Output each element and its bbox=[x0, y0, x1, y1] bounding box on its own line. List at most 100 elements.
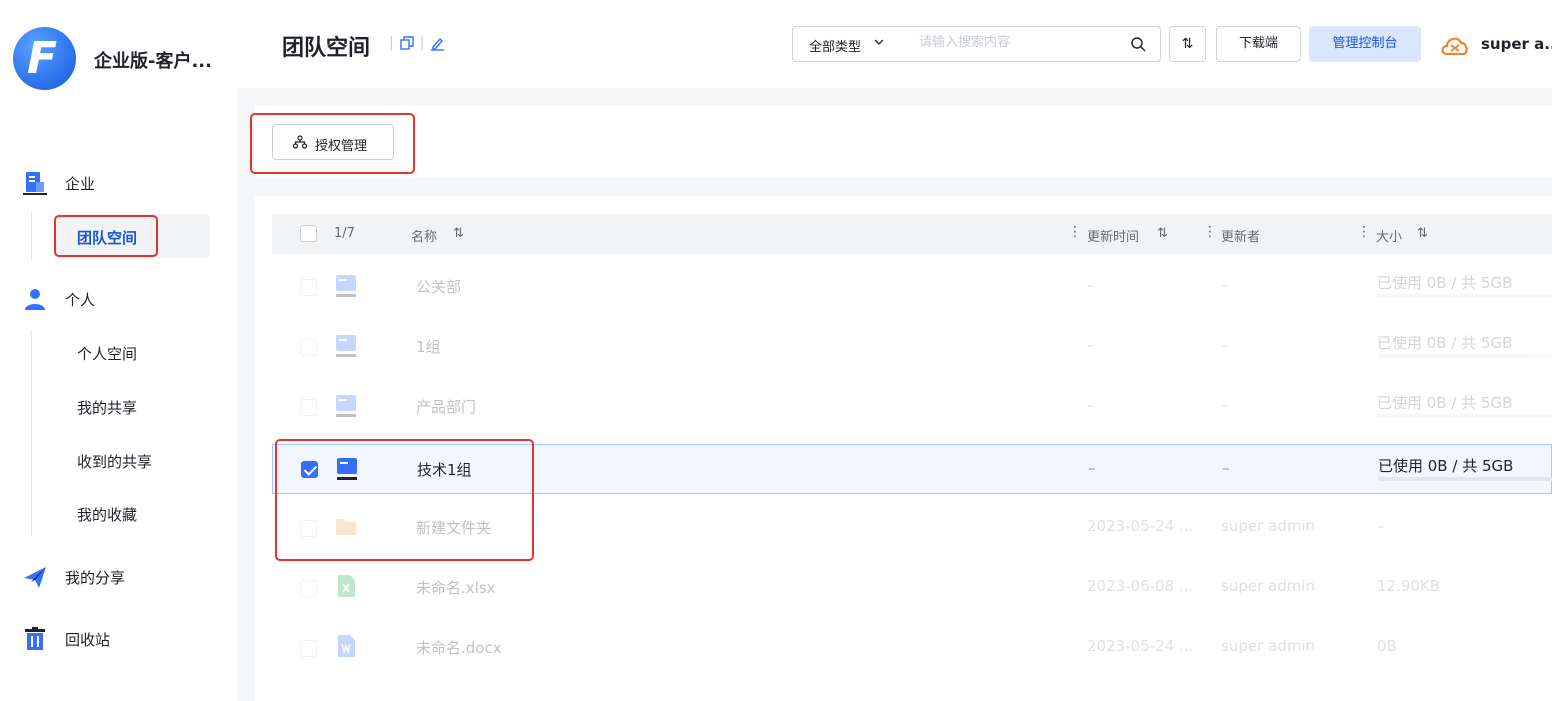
row-updated: – bbox=[1088, 459, 1096, 477]
sidebar-item-label: 收到的共享 bbox=[77, 453, 153, 471]
building-icon bbox=[23, 172, 47, 195]
row-updated: – bbox=[1087, 336, 1095, 354]
column-resize-handle[interactable] bbox=[1357, 224, 1371, 242]
person-icon bbox=[25, 289, 45, 310]
divider: | bbox=[419, 35, 425, 51]
nav-group-label: 我的分享 bbox=[65, 569, 126, 587]
table-row[interactable]: 未命名.docx 2023-05-24 ... super admin 0B bbox=[272, 619, 1552, 679]
nav-group-label: 回收站 bbox=[65, 631, 111, 649]
download-client-button[interactable]: 下载端 bbox=[1216, 26, 1301, 62]
row-updater: – bbox=[1221, 276, 1229, 294]
admin-console-button[interactable]: 管理控制台 bbox=[1309, 26, 1421, 62]
search-icon[interactable] bbox=[1130, 36, 1146, 52]
row-updated: 2023-05-24 ... bbox=[1087, 517, 1194, 535]
column-header-size[interactable]: 大小 bbox=[1376, 226, 1402, 245]
table-row[interactable]: 公关部 – – 已使用 0B / 共 5GB bbox=[272, 258, 1552, 318]
nav-group-label: 个人 bbox=[65, 291, 96, 309]
sort-button[interactable]: ⇅ bbox=[1169, 26, 1206, 62]
sidebar-item-label: 我的共享 bbox=[77, 399, 138, 417]
row-size: 已使用 0B / 共 5GB bbox=[1377, 274, 1513, 292]
row-checkbox[interactable] bbox=[300, 279, 317, 296]
app-logo: F bbox=[13, 27, 76, 90]
sort-icon[interactable]: ⇅ bbox=[1157, 226, 1168, 241]
paper-plane-icon bbox=[24, 567, 46, 588]
row-updater: – bbox=[1221, 336, 1229, 354]
copy-icon[interactable] bbox=[400, 36, 414, 50]
row-size: 0B bbox=[1377, 637, 1397, 655]
row-updater: super admin bbox=[1221, 577, 1316, 595]
row-updater: – bbox=[1222, 459, 1230, 477]
highlight-auth-button bbox=[250, 113, 415, 174]
cloud-avatar-icon[interactable] bbox=[1439, 32, 1471, 58]
nav-group-enterprise[interactable]: 企业 bbox=[0, 162, 237, 202]
table-row[interactable]: 1组 – – 已使用 0B / 共 5GB bbox=[272, 318, 1552, 378]
nav-group-recycle-bin[interactable]: 回收站 bbox=[0, 618, 237, 658]
row-name[interactable]: 产品部门 bbox=[416, 396, 476, 417]
org-name[interactable]: 企业版-客户... bbox=[94, 47, 226, 73]
row-checkbox[interactable] bbox=[300, 640, 317, 657]
team-space-icon bbox=[336, 395, 356, 417]
search-input[interactable] bbox=[919, 35, 1119, 50]
sidebar-item-personal-space[interactable]: 个人空间 bbox=[55, 330, 210, 374]
title-tools: | | bbox=[389, 35, 445, 51]
row-checkbox[interactable] bbox=[300, 399, 317, 416]
select-all-checkbox[interactable] bbox=[300, 225, 317, 242]
column-header-name[interactable]: 名称 bbox=[411, 226, 437, 245]
team-space-icon bbox=[336, 335, 356, 357]
column-header-updated[interactable]: 更新时间 bbox=[1087, 226, 1139, 245]
column-resize-handle[interactable] bbox=[1068, 224, 1082, 242]
row-updater: – bbox=[1221, 396, 1229, 414]
row-checkbox[interactable] bbox=[300, 580, 317, 597]
sidebar: F 企业版-客户... 企业 团队空间 个人 个人空间 我的共享 收到的共享 我… bbox=[0, 0, 237, 701]
team-space-icon bbox=[336, 275, 356, 297]
highlight-selected-row bbox=[275, 439, 534, 561]
trash-icon bbox=[25, 627, 45, 650]
header: 团队空间 | | 全部类型 ⇅ 下载端 管理控制台 super a.. bbox=[237, 0, 1552, 88]
row-size: 12.90KB bbox=[1377, 577, 1441, 595]
column-resize-handle[interactable] bbox=[1203, 224, 1217, 242]
row-name[interactable]: 未命名.xlsx bbox=[416, 577, 496, 598]
sort-icon[interactable]: ⇅ bbox=[453, 226, 464, 241]
nav-group-personal[interactable]: 个人 bbox=[0, 278, 237, 318]
chevron-down-icon bbox=[874, 39, 884, 45]
table-row[interactable]: 产品部门 – – 已使用 0B / 共 5GB bbox=[272, 378, 1552, 438]
page-title: 团队空间 bbox=[282, 36, 371, 61]
row-name[interactable]: 公关部 bbox=[416, 276, 461, 297]
sidebar-item-my-shares[interactable]: 我的共享 bbox=[55, 384, 210, 428]
usage-bar bbox=[1377, 414, 1552, 418]
usage-bar bbox=[1377, 294, 1552, 298]
usage-bar bbox=[1378, 477, 1552, 481]
sidebar-item-favorites[interactable]: 我的收藏 bbox=[55, 491, 210, 535]
row-name[interactable]: 1组 bbox=[416, 336, 441, 357]
nav-divider bbox=[31, 330, 32, 536]
row-size: 已使用 0B / 共 5GB bbox=[1378, 457, 1514, 475]
nav-group-my-share[interactable]: 我的分享 bbox=[0, 556, 237, 596]
usage-bar bbox=[1377, 354, 1552, 358]
row-size: 已使用 0B / 共 5GB bbox=[1377, 394, 1513, 412]
type-filter-select[interactable]: 全部类型 bbox=[792, 26, 904, 62]
row-updated: 2023-05-24 ... bbox=[1087, 637, 1194, 655]
sidebar-item-label: 我的收藏 bbox=[77, 506, 138, 524]
row-size: 已使用 0B / 共 5GB bbox=[1377, 334, 1513, 352]
row-name[interactable]: 未命名.docx bbox=[416, 637, 502, 658]
highlight-team-space bbox=[54, 215, 158, 257]
column-header-updater[interactable]: 更新者 bbox=[1221, 226, 1260, 245]
nav-divider bbox=[31, 212, 32, 260]
nav-group-label: 企业 bbox=[65, 175, 96, 193]
sidebar-item-label: 个人空间 bbox=[77, 345, 138, 363]
row-updater: super admin bbox=[1221, 637, 1316, 655]
table-row[interactable]: 未命名.xlsx 2023-06-08 ... super admin 12.9… bbox=[272, 559, 1552, 619]
row-size: – bbox=[1377, 517, 1385, 535]
search-box bbox=[903, 26, 1161, 62]
divider: | bbox=[389, 35, 394, 51]
sidebar-item-received-shares[interactable]: 收到的共享 bbox=[55, 438, 210, 482]
row-updated: – bbox=[1087, 396, 1095, 414]
user-name[interactable]: super a.. bbox=[1481, 35, 1552, 53]
row-checkbox[interactable] bbox=[300, 339, 317, 356]
type-filter-label: 全部类型 bbox=[809, 40, 862, 55]
row-updated: 2023-06-08 ... bbox=[1087, 577, 1194, 595]
edit-icon[interactable] bbox=[430, 36, 445, 51]
toolbar bbox=[255, 106, 1552, 178]
word-file-icon bbox=[338, 635, 355, 657]
sort-icon[interactable]: ⇅ bbox=[1417, 226, 1428, 241]
